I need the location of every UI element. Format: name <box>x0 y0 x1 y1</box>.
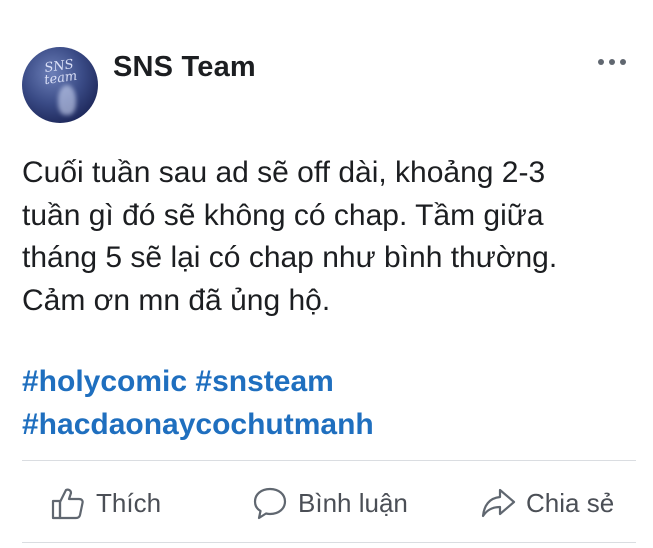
like-label: Thích <box>96 487 162 518</box>
facebook-post: SNS team SNS Team Cuối tuần sau ad sẽ of… <box>0 0 653 548</box>
post-text-line: tháng 5 sẽ lại có chap như bình thường. <box>22 241 558 274</box>
more-dots-icon <box>620 59 626 65</box>
post-text-line: Cuối tuần sau ad sẽ off dài, khoảng 2-3 <box>22 156 546 189</box>
thumbs-up-icon <box>51 488 84 520</box>
divider <box>22 542 636 543</box>
page-name[interactable]: SNS Team <box>113 51 256 84</box>
hashtags: #holycomic #snsteam #hacdaonaycochutmanh <box>22 360 622 446</box>
hashtag-link[interactable]: #holycomic <box>22 365 187 398</box>
share-label: Chia sẻ <box>526 487 615 518</box>
comment-button[interactable]: Bình luận <box>252 485 408 521</box>
post-text: Cuối tuần sau ad sẽ off dài, khoảng 2-3 … <box>22 152 622 322</box>
more-dots-icon <box>598 59 604 65</box>
post-text-line: tuần gì đó sẽ không có chap. Tầm giữa <box>22 198 544 232</box>
post-actions-bar: Thích Bình luận Chia sẻ <box>22 461 636 542</box>
comment-bubble-icon <box>253 487 287 520</box>
hashtag-link[interactable]: #hacdaonaycochutmanh <box>22 408 374 441</box>
comment-label: Bình luận <box>298 487 408 518</box>
post-header: SNS team SNS Team <box>22 47 632 123</box>
avatar-figure <box>58 85 76 115</box>
more-dots-icon <box>609 59 615 65</box>
hashtag-link[interactable]: #snsteam <box>195 365 333 398</box>
avatar[interactable]: SNS team <box>22 47 98 123</box>
avatar-logo-text: SNS team <box>43 57 79 89</box>
post-text-line: Cảm ơn mn đã ủng hộ. <box>22 283 331 317</box>
more-options-button[interactable] <box>592 51 632 73</box>
share-button[interactable]: Chia sẻ <box>480 485 614 521</box>
share-arrow-icon <box>481 488 516 518</box>
like-button[interactable]: Thích <box>50 485 161 521</box>
